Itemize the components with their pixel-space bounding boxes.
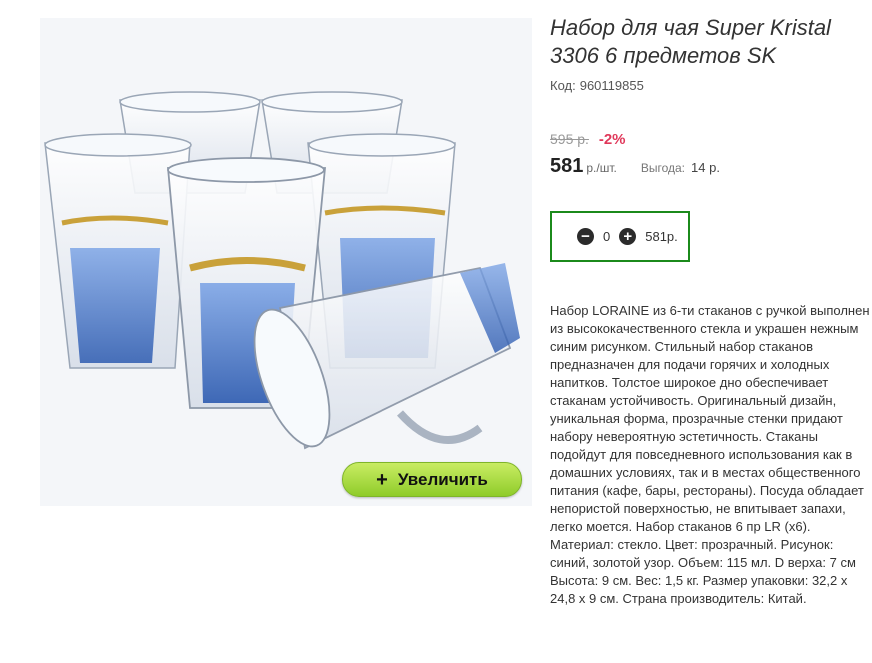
quantity-value: 0 [603,229,611,244]
price: 581 [550,155,584,177]
product-title: Набор для чая Super Kristal 3306 6 предм… [550,15,831,68]
product-code-value: 960119855 [579,78,644,93]
minus-circle-icon[interactable]: − [577,228,594,245]
product-description: Набор LORAINE из 6-ти стаканов с ручкой … [550,303,870,606]
glass-set-illustration [44,91,520,450]
old-price-row: 595 р. -2% [550,131,626,148]
product-code: Код: 960119855 [550,78,644,93]
saving-label: Выгода: [640,161,686,175]
product-code-label: Код: [550,78,576,93]
price-unit: р./шт. [586,161,617,175]
plus-icon: + [376,468,388,491]
plus-circle-icon[interactable]: + [619,228,637,245]
cart-total: 581р. [645,229,678,244]
discount-badge: -2% [598,131,626,148]
product-image[interactable]: + Увеличить [40,18,532,506]
saving-value: 14 р. [691,160,720,175]
old-price: 595 р. [550,131,589,147]
price-row: 581 р./шт. Выгода: 14 р. [550,155,720,178]
zoom-button-label: Увеличить [397,469,488,489]
quantity-stepper: − 0 + 581р. [550,211,690,262]
zoom-button[interactable]: + Увеличить [342,462,522,497]
